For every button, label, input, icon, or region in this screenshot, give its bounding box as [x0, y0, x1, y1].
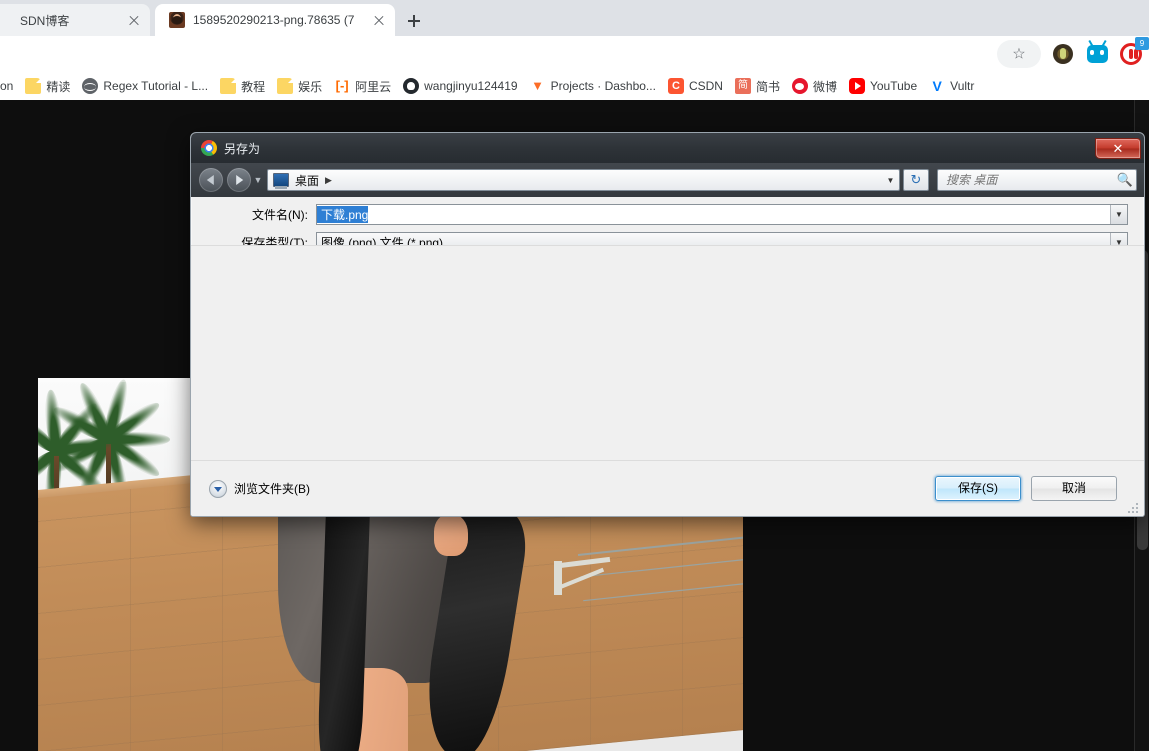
browse-folder-button[interactable]: 浏览文件夹(B) — [209, 479, 310, 498]
bookmark-item-6[interactable]: wangjinyu124419 — [397, 74, 523, 98]
bookmark-label: Projects · Dashbo... — [550, 79, 656, 93]
bookmark-label: Regex Tutorial - L... — [103, 79, 209, 93]
bookmark-label: CSDN — [688, 79, 723, 93]
filename-label: 文件名(N): — [252, 207, 308, 222]
close-icon[interactable]: ✕ — [1095, 137, 1141, 159]
folder-icon — [220, 78, 237, 94]
tab-title: SDN博客 — [20, 13, 70, 28]
bookmark-item-2[interactable]: Regex Tutorial - L... — [76, 74, 214, 98]
dialog-footer: 浏览文件夹(B) 保存(S) 取消 — [191, 460, 1144, 516]
bookmark-item-9[interactable]: 简 简书 — [729, 74, 786, 98]
save-button[interactable]: 保存(S) — [935, 476, 1021, 501]
breadcrumb[interactable]: 桌面 ▶ ▼ — [267, 169, 900, 191]
extension-bilibili-icon[interactable] — [1083, 39, 1111, 68]
bookmark-label: 微博 — [812, 79, 837, 94]
vultr-icon: V — [932, 78, 942, 94]
dialog-file-list-area[interactable] — [191, 246, 1144, 489]
close-icon[interactable] — [371, 12, 387, 28]
bookmark-label: 阿里云 — [355, 79, 392, 94]
bookmark-item-3[interactable]: 教程 — [214, 74, 271, 98]
weibo-icon — [791, 78, 808, 94]
breadcrumb-separator-icon: ▶ — [325, 174, 332, 185]
dialog-titlebar[interactable]: 另存为 ✕ — [191, 133, 1144, 163]
omnibox-area[interactable] — [0, 40, 997, 68]
close-icon[interactable] — [126, 12, 142, 28]
filename-field[interactable]: 下载.png ▼ — [316, 203, 1128, 225]
bookmark-item-7[interactable]: ▼ Projects · Dashbo... — [524, 74, 662, 98]
chrome-logo-icon — [201, 140, 217, 156]
tabstrip-background — [438, 0, 1149, 36]
bookmark-label: YouTube — [869, 79, 918, 93]
new-tab-button[interactable] — [400, 7, 428, 35]
bookmark-item-5[interactable]: [-] 阿里云 — [328, 74, 397, 98]
chevron-down-icon[interactable]: ▼ — [1110, 204, 1127, 224]
refresh-icon[interactable]: ↻ — [903, 169, 929, 191]
github-icon — [403, 78, 420, 94]
bookmark-item-11[interactable]: YouTube — [843, 74, 923, 98]
back-arrow-icon[interactable] — [199, 168, 223, 192]
forward-arrow-icon[interactable] — [227, 168, 251, 192]
dialog-navigation-bar: ▼ 桌面 ▶ ▼ ↻ 🔍 — [191, 163, 1144, 197]
bookmark-label: on — [0, 79, 14, 93]
bookmarks-bar: on 精读 Regex Tutorial - L... 教程 娱乐 [-] 阿里… — [0, 72, 1149, 100]
bookmark-label: 娱乐 — [298, 79, 323, 94]
chevron-down-icon — [209, 479, 227, 498]
filename-row: 文件名(N): 下载.png ▼ — [191, 203, 1144, 225]
desktop-icon — [273, 173, 289, 189]
search-input[interactable] — [938, 173, 1114, 187]
bookmark-item-12[interactable]: V Vultr — [923, 74, 980, 98]
person-photo-favicon — [169, 12, 185, 28]
filename-value[interactable]: 下载.png — [317, 205, 369, 223]
gitlab-icon: ▼ — [531, 78, 544, 93]
breadcrumb-location[interactable]: 桌面 — [295, 172, 319, 189]
bookmark-item-8[interactable]: C CSDN — [662, 74, 729, 98]
cancel-button[interactable]: 取消 — [1031, 476, 1117, 501]
dialog-title: 另存为 — [224, 141, 261, 156]
bookmark-label: 简书 — [755, 79, 780, 94]
search-box[interactable]: 🔍 — [937, 169, 1137, 191]
extension-badge: 9 — [1135, 37, 1149, 50]
bookmark-item-10[interactable]: 微博 — [786, 74, 843, 98]
dialog-form: 文件名(N): 下载.png ▼ 保存类型(T): 图像 (png) 文件 (*… — [191, 197, 1144, 253]
bookmark-label: wangjinyu124419 — [424, 79, 518, 93]
folder-icon — [277, 78, 294, 94]
history-dropdown-icon[interactable]: ▼ — [251, 175, 265, 185]
bookmark-label: 教程 — [241, 79, 266, 94]
browser-tab-1[interactable]: SDN博客 — [0, 4, 150, 36]
screen: SDN博客 1589520290213-png.78635 (7 ☆ 9 on — [0, 0, 1149, 751]
extension-coin-icon[interactable] — [1049, 40, 1077, 68]
folder-icon — [25, 78, 42, 94]
bookmark-item-1[interactable]: 精读 — [19, 74, 76, 98]
browser-toolbar: ☆ 9 — [0, 36, 1149, 72]
search-icon[interactable]: 🔍 — [1114, 172, 1136, 188]
bookmark-label: 精读 — [46, 79, 71, 94]
aliyun-icon: [-] — [335, 78, 349, 93]
jianshu-icon: 简 — [734, 78, 751, 94]
extension-adblock-icon[interactable]: 9 — [1117, 37, 1149, 68]
save-as-dialog: 另存为 ✕ ▼ 桌面 ▶ ▼ ↻ 🔍 文件名(N): — [190, 132, 1145, 517]
browse-folder-label: 浏览文件夹(B) — [234, 482, 310, 496]
resize-grip[interactable] — [1128, 501, 1140, 513]
browser-tabstrip-area: SDN博客 1589520290213-png.78635 (7 — [0, 0, 1149, 36]
browser-tab-2[interactable]: 1589520290213-png.78635 (7 — [155, 4, 395, 36]
tab-title: 1589520290213-png.78635 (7 — [193, 13, 355, 27]
bookmark-label: Vultr — [950, 79, 975, 93]
bookmark-item-0[interactable]: on — [0, 74, 19, 98]
bookmark-item-4[interactable]: 娱乐 — [271, 74, 328, 98]
youtube-icon — [848, 78, 865, 94]
chevron-down-icon[interactable]: ▼ — [882, 176, 899, 185]
csdn-icon: C — [667, 78, 684, 94]
globe-icon — [82, 78, 99, 94]
star-glyph: ☆ — [1012, 45, 1026, 63]
bookmark-star-icon[interactable]: ☆ — [997, 40, 1041, 68]
photo-hand-right — [434, 514, 468, 556]
